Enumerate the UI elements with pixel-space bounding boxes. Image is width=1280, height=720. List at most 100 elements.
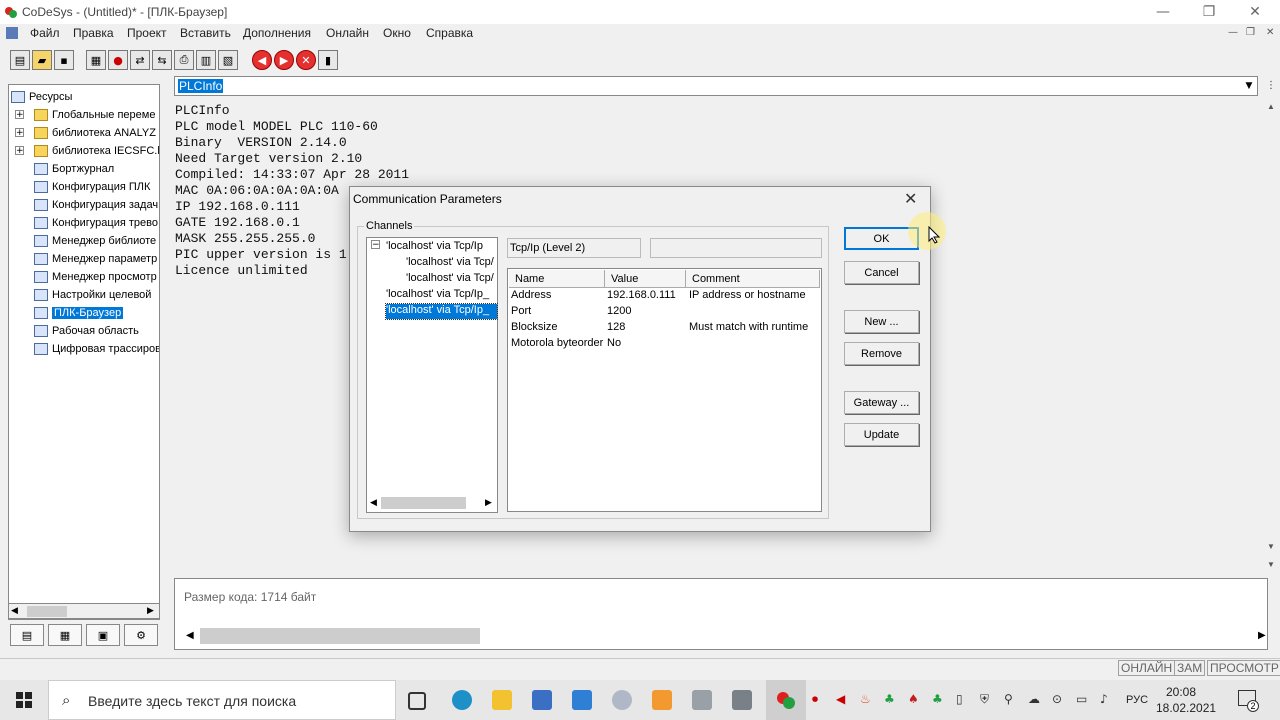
- document-icon[interactable]: [6, 27, 18, 39]
- resource-item[interactable]: Рабочая область: [34, 322, 139, 340]
- scroll-thumb[interactable]: [27, 606, 67, 617]
- new-file-icon[interactable]: ▤: [10, 50, 30, 70]
- channel-item[interactable]: 'localhost' via Tcp/: [406, 272, 494, 284]
- usb-icon[interactable]: ⚲: [1004, 692, 1013, 706]
- menu-project[interactable]: Проект: [127, 26, 167, 40]
- scroll-up-icon[interactable]: ▲: [1267, 102, 1275, 111]
- defender-icon[interactable]: ⛨: [980, 692, 989, 707]
- volume-icon[interactable]: ♪: [1100, 692, 1108, 706]
- tray-app-icon-3[interactable]: ♠: [908, 692, 919, 706]
- channel-item[interactable]: 'localhost' via Tcp/: [406, 256, 494, 268]
- input-language[interactable]: РУС: [1126, 694, 1148, 706]
- param-value-cell[interactable]: 128: [607, 321, 625, 333]
- new-button[interactable]: New ...: [844, 310, 919, 333]
- expand-icon[interactable]: +: [15, 110, 24, 120]
- start-button[interactable]: [0, 680, 48, 720]
- scroll-right-icon[interactable]: ▶: [485, 497, 492, 508]
- save-icon[interactable]: ▪: [54, 50, 74, 70]
- scroll-left-icon[interactable]: ◀: [186, 630, 194, 641]
- battery-icon[interactable]: ▯: [956, 692, 963, 706]
- resource-item[interactable]: Менеджер параметр: [34, 250, 157, 268]
- column-comment[interactable]: Comment: [686, 270, 820, 288]
- dialog-close-icon[interactable]: ✕: [904, 189, 917, 208]
- chevron-down-icon[interactable]: ▼: [1241, 78, 1257, 94]
- resource-item[interactable]: Менеджер библиоте: [34, 232, 156, 250]
- resource-item[interactable]: Конфигурация трево: [34, 214, 158, 232]
- menu-edit[interactable]: Правка: [73, 26, 114, 40]
- tray-app-icon-2[interactable]: ♣: [884, 692, 895, 706]
- resource-item[interactable]: ПЛК-Браузер: [34, 304, 124, 322]
- column-value[interactable]: Value: [605, 270, 686, 288]
- menu-online[interactable]: Онлайн: [326, 26, 369, 40]
- resource-item[interactable]: Менеджер просмотр: [34, 268, 157, 286]
- print-icon[interactable]: ⎙: [174, 50, 194, 70]
- column-name[interactable]: Name: [509, 270, 605, 288]
- stop-icon[interactable]: ●: [108, 50, 128, 70]
- menu-extras[interactable]: Дополнения: [243, 26, 311, 40]
- resource-item[interactable]: Конфигурация ПЛК: [34, 178, 150, 196]
- tab-pous-icon[interactable]: ▤: [10, 624, 44, 646]
- arrow-left-icon[interactable]: ◀: [252, 50, 272, 70]
- cycle-icon[interactable]: ▮: [318, 50, 338, 70]
- mdi-restore-button[interactable]: ❐: [1246, 27, 1255, 38]
- step-icon[interactable]: ▧: [218, 50, 238, 70]
- restore-button[interactable]: ❐: [1186, 0, 1232, 24]
- tab-visualization-icon[interactable]: ▣: [86, 624, 120, 646]
- param-value-cell[interactable]: No: [607, 337, 621, 349]
- resource-item[interactable]: Настройки целевой: [34, 286, 151, 304]
- stop-x-icon[interactable]: ✕: [296, 50, 316, 70]
- onedrive-icon[interactable]: ☁: [1028, 692, 1040, 706]
- channel-item[interactable]: 'localhost' via Tcp/Ip: [386, 240, 483, 252]
- tray-app-icon-1[interactable]: ♨: [860, 692, 871, 706]
- menu-file[interactable]: Файл: [30, 26, 60, 40]
- plc-command-input[interactable]: PLCInfo: [178, 79, 224, 93]
- collapse-icon[interactable]: −: [371, 240, 380, 250]
- left-horizontal-scrollbar[interactable]: ◀ ▶: [8, 603, 160, 619]
- cancel-button[interactable]: Cancel: [844, 261, 919, 284]
- remove-button[interactable]: Remove: [844, 342, 919, 365]
- channel-item[interactable]: 'localhost' via Tcp/Ip_: [385, 303, 498, 320]
- app-icon-2[interactable]: [732, 690, 752, 710]
- resource-item[interactable]: + Глобальные переме: [15, 106, 155, 124]
- message-scroll-thumb[interactable]: [200, 628, 480, 644]
- mdi-minimize-button[interactable]: —: [1228, 27, 1238, 38]
- logout-icon[interactable]: ⇆: [152, 50, 172, 70]
- channels-scroll-thumb[interactable]: [381, 497, 466, 509]
- scroll-down-icon[interactable]: ▼: [1267, 560, 1275, 569]
- run-icon[interactable]: ▥: [196, 50, 216, 70]
- minimize-button[interactable]: —: [1140, 0, 1186, 24]
- param-value-cell[interactable]: 1200: [607, 305, 631, 317]
- login-icon[interactable]: ⇄: [130, 50, 150, 70]
- taskbar-clock[interactable]: 20:08 18.02.2021: [1156, 684, 1216, 716]
- tab-datatypes-icon[interactable]: ▦: [48, 624, 82, 646]
- record-icon[interactable]: ⏺: [812, 692, 818, 707]
- scroll-left-icon[interactable]: ◀: [11, 605, 18, 616]
- command-menu-icon[interactable]: ⋮: [1266, 80, 1276, 91]
- network-app-icon[interactable]: [612, 690, 632, 710]
- plc-command-combobox[interactable]: [174, 76, 1258, 96]
- network-icon[interactable]: ▭: [1076, 692, 1087, 706]
- scroll-right-icon[interactable]: ▶: [147, 605, 154, 616]
- menu-insert[interactable]: Вставить: [180, 26, 231, 40]
- tray-app-icon-4[interactable]: ♣: [932, 692, 943, 706]
- expand-icon[interactable]: +: [15, 128, 24, 138]
- resource-item[interactable]: + библиотека ANALYZ: [15, 124, 156, 142]
- tab-resources-icon[interactable]: ⚙: [124, 624, 158, 646]
- tray-arrow-icon[interactable]: ◀: [836, 692, 845, 706]
- close-button[interactable]: ✕: [1232, 0, 1278, 24]
- menu-window[interactable]: Окно: [383, 26, 411, 40]
- search-placeholder[interactable]: Введите здесь текст для поиска: [88, 693, 296, 709]
- mdi-close-button[interactable]: ✕: [1266, 27, 1274, 38]
- file-explorer-icon[interactable]: [492, 690, 512, 710]
- scroll-down-icon[interactable]: ▼: [1267, 542, 1275, 551]
- media-player-icon[interactable]: [652, 690, 672, 710]
- app-icon-1[interactable]: [692, 690, 712, 710]
- resource-item[interactable]: Цифровая трассиров: [34, 340, 159, 358]
- menu-help[interactable]: Справка: [426, 26, 473, 40]
- open-folder-icon[interactable]: ▰: [32, 50, 52, 70]
- resource-item[interactable]: Конфигурация задач: [34, 196, 158, 214]
- output-vertical-scrollbar[interactable]: ▲ ▼: [1264, 96, 1280, 556]
- update-button[interactable]: Update: [844, 423, 919, 446]
- store-icon[interactable]: [532, 690, 552, 710]
- resource-item[interactable]: Бортжурнал: [34, 160, 114, 178]
